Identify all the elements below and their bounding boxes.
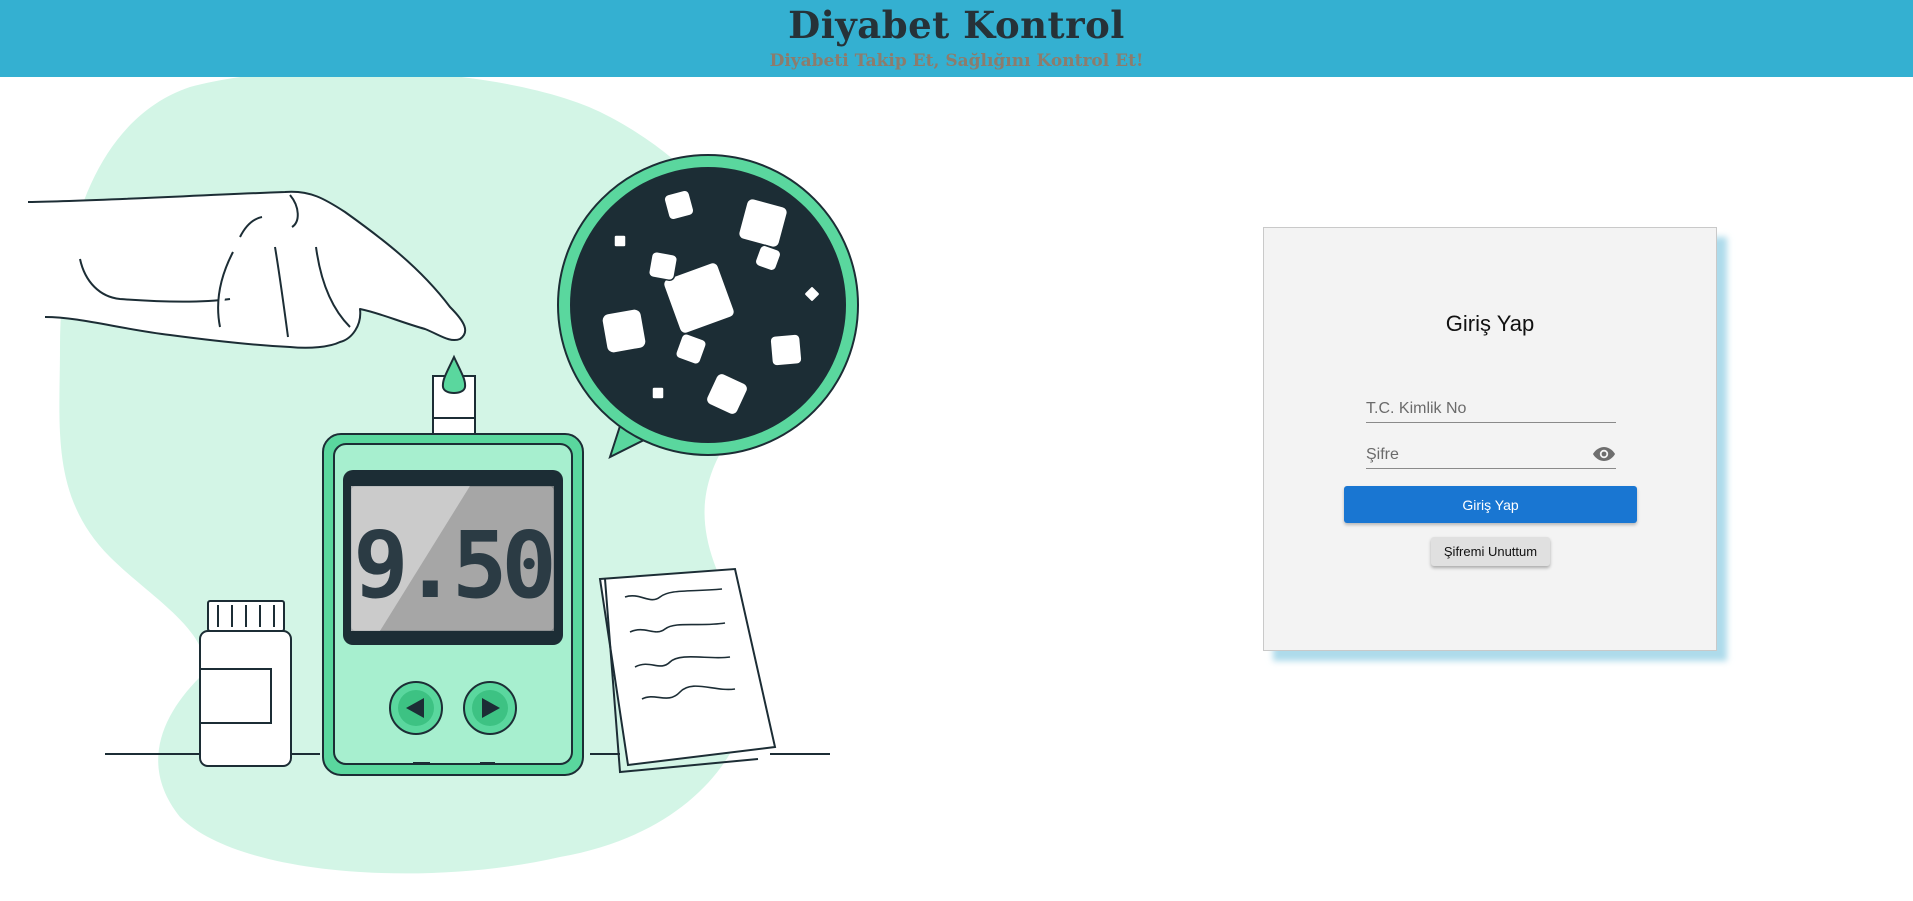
note-paper-icon: [598, 567, 777, 774]
tc-field: [1366, 391, 1616, 423]
sugar-cubes-bubble-icon: [557, 154, 859, 459]
illustration-svg: 9.50: [27, 70, 859, 874]
app-header: Diyabet Kontrol Diyabeti Takip Et, Sağlı…: [0, 0, 1913, 77]
login-card: Giriş Yap Giriş Yap Şifremi Unuttum: [1263, 227, 1717, 651]
meter-reading: 9.50: [353, 512, 551, 619]
login-title: Giriş Yap: [1445, 311, 1535, 336]
login-button[interactable]: Giriş Yap: [1344, 486, 1637, 523]
glucose-meter-illustration: 9.50: [0, 70, 880, 901]
pill-bottle-icon: [199, 600, 292, 767]
forgot-password-button[interactable]: Şifremi Unuttum: [1431, 537, 1550, 566]
password-field: [1366, 437, 1616, 469]
tc-kimlik-input[interactable]: [1366, 391, 1616, 422]
app-title: Diyabet Kontrol: [788, 3, 1125, 47]
app-subtitle: Diyabeti Takip Et, Sağlığını Kontrol Et!: [769, 51, 1144, 71]
password-input[interactable]: [1366, 437, 1616, 468]
eye-icon[interactable]: [1592, 446, 1616, 462]
